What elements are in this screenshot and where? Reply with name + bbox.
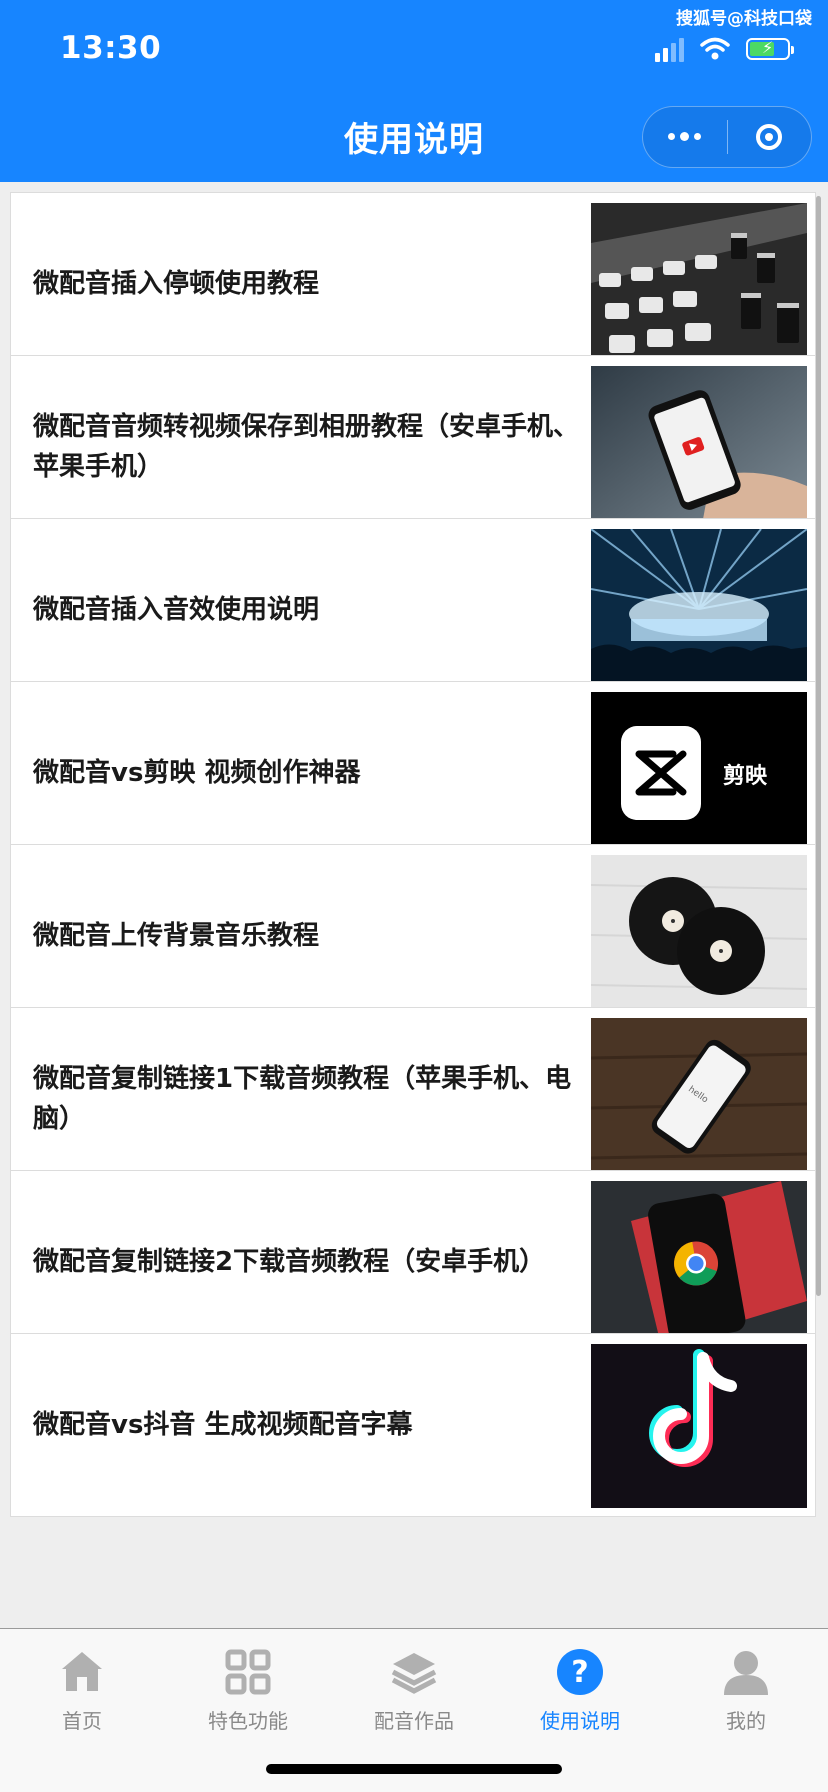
concert-stage-image (591, 529, 807, 693)
mixing-console-image (591, 203, 807, 367)
tab-label: 使用说明 (540, 1709, 620, 1733)
article-title: 微配音vs抖音 生成视频配音字幕 (33, 1410, 413, 1440)
mini-program-capsule (642, 106, 812, 168)
layers-icon (391, 1653, 437, 1694)
watermark: 搜狐号@科技口袋 (676, 9, 812, 29)
signal-icon (655, 36, 684, 62)
home-indicator (266, 1764, 562, 1774)
tab-works[interactable]: 配音作品 (344, 1637, 484, 1757)
thumb-brand-text: 剪映 (723, 764, 768, 789)
list-item[interactable]: 微配音插入停顿使用教程 (10, 192, 816, 376)
target-close-icon[interactable] (728, 124, 812, 150)
list-item[interactable]: 微配音vs抖音 生成视频配音字幕 (10, 1333, 816, 1517)
tab-help[interactable]: ? 使用说明 (510, 1637, 650, 1757)
tab-label: 首页 (62, 1709, 102, 1733)
tab-mine[interactable]: 我的 (676, 1637, 816, 1757)
tab-home[interactable]: 首页 (12, 1637, 152, 1757)
article-title: 微配音音频转视频保存到相册教程（安卓手机、苹果手机） (33, 412, 580, 482)
grid-icon (225, 1649, 271, 1695)
capcut-logo-image: 剪映 (591, 692, 807, 856)
svg-text:?: ? (571, 1655, 588, 1690)
home-icon (62, 1652, 102, 1691)
scrollbar[interactable] (816, 196, 821, 1296)
battery-charging-icon: ⚡ (746, 38, 794, 60)
article-title: 微配音插入音效使用说明 (33, 595, 320, 625)
article-list[interactable]: 微配音插入停顿使用教程 微配音音频转视频保存到相册教程（安卓手机、苹果手机） 微… (10, 192, 816, 1628)
article-title: 微配音插入停顿使用教程 (33, 269, 320, 299)
help-icon: ? (557, 1649, 603, 1695)
vinyl-records-image (591, 855, 807, 1019)
status-icons: ⚡ (655, 36, 794, 62)
more-dots-icon[interactable] (643, 132, 727, 141)
iphone-on-wood-image: hello (591, 1018, 807, 1182)
article-title: 微配音复制链接2下载音频教程（安卓手机） (33, 1247, 546, 1277)
tab-features[interactable]: 特色功能 (178, 1637, 318, 1757)
navigation-header: 搜狐号@科技口袋 13:30 ⚡ 使用说明 (0, 0, 828, 182)
wifi-icon (700, 37, 730, 60)
article-title: 微配音上传背景音乐教程 (33, 921, 320, 951)
user-icon (724, 1651, 768, 1695)
phone-youtube-image (591, 366, 807, 530)
list-item[interactable]: 微配音复制链接2下载音频教程（安卓手机） (10, 1170, 816, 1354)
article-title: 微配音复制链接1下载音频教程（苹果手机、电脑） (33, 1064, 572, 1134)
tab-label: 配音作品 (374, 1709, 454, 1733)
tiktok-logo-image (591, 1344, 807, 1508)
tab-label: 我的 (726, 1709, 766, 1733)
list-item[interactable]: 微配音复制链接1下载音频教程（苹果手机、电脑） hello (10, 1007, 816, 1191)
tab-label: 特色功能 (208, 1709, 288, 1733)
article-title: 微配音vs剪映 视频创作神器 (33, 758, 361, 788)
list-item[interactable]: 微配音音频转视频保存到相册教程（安卓手机、苹果手机） (10, 355, 816, 539)
list-item[interactable]: 微配音vs剪映 视频创作神器 剪映 (10, 681, 816, 865)
list-item[interactable]: 微配音上传背景音乐教程 (10, 844, 816, 1028)
status-time: 13:30 (60, 30, 162, 66)
phone-chrome-image (591, 1181, 807, 1345)
list-item[interactable]: 微配音插入音效使用说明 (10, 518, 816, 702)
